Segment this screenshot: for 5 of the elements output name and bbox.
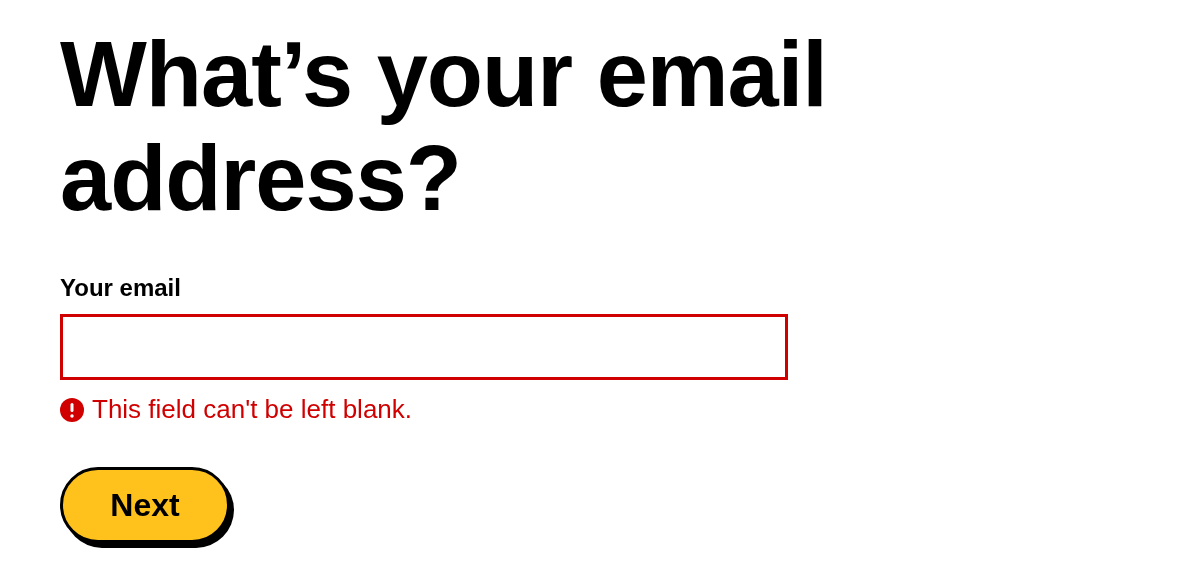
error-icon (60, 397, 84, 422)
field-label: Your email (60, 274, 181, 302)
error-message: This field can't be left blank. (92, 394, 413, 425)
page-heading: What’s your email address? (60, 22, 828, 230)
email-field[interactable] (60, 314, 788, 380)
